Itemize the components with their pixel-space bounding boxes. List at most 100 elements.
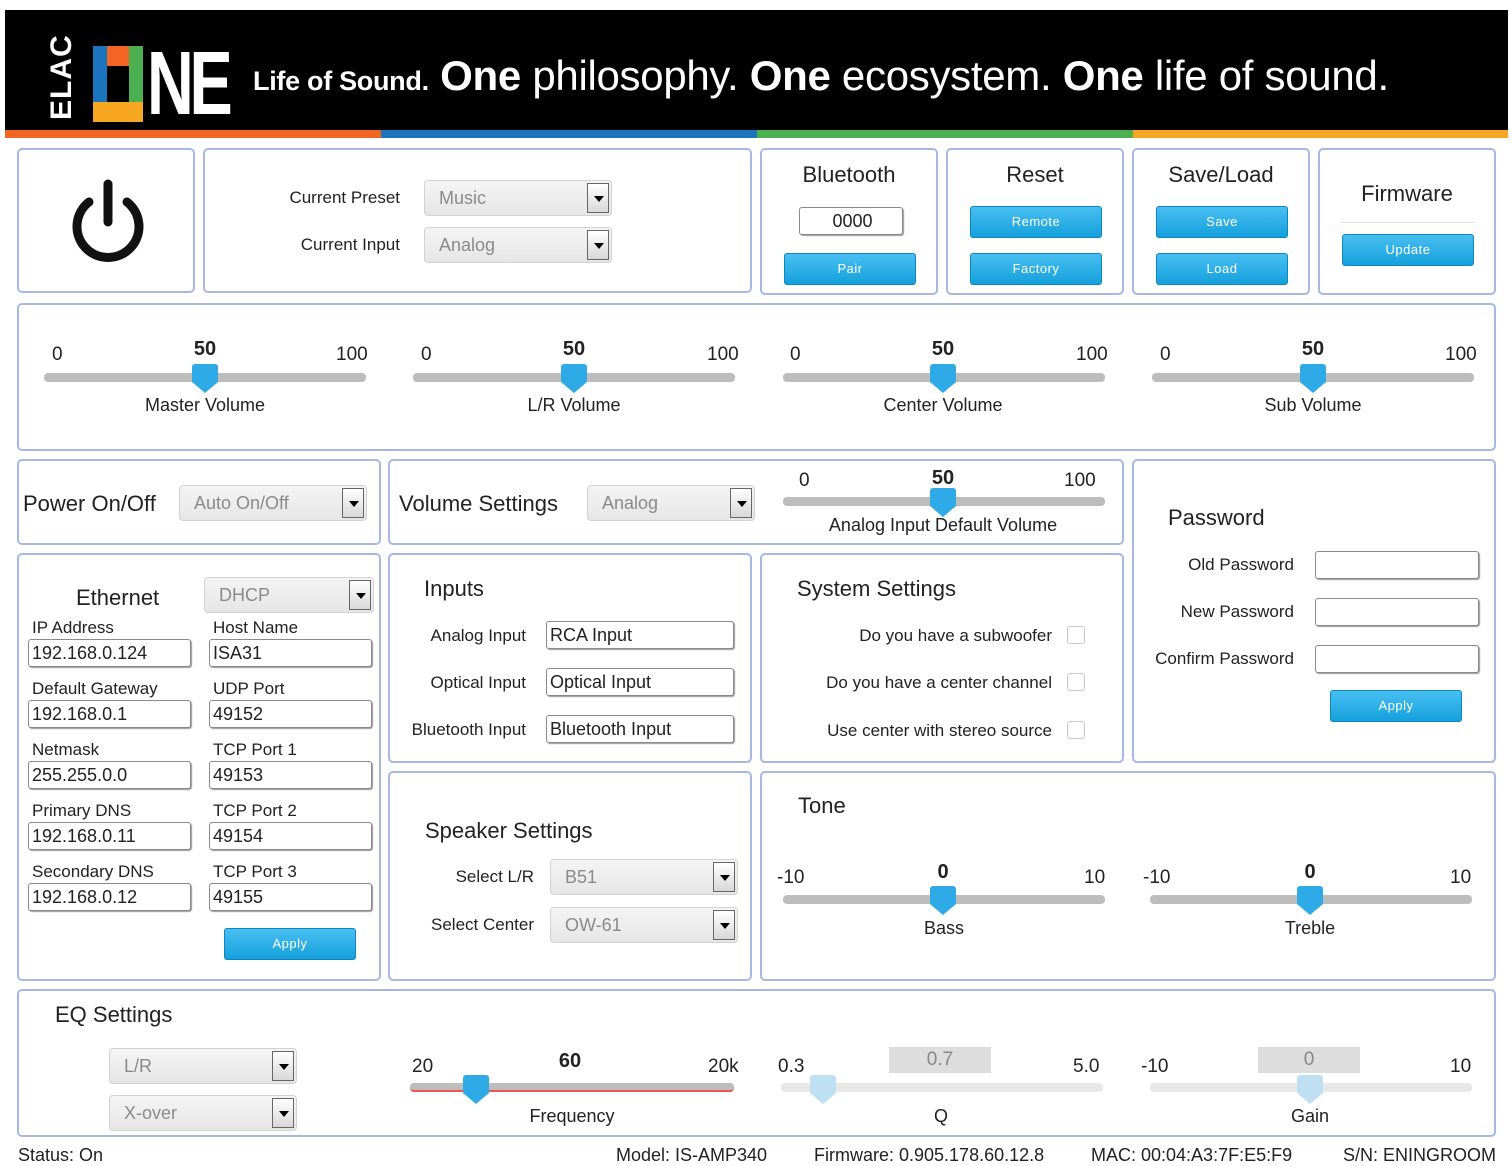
power-panel <box>17 148 195 293</box>
tcp-port-3-label: TCP Port 3 <box>213 862 297 881</box>
optical-input-name-field[interactable]: Optical Input <box>546 668 734 696</box>
subwoofer-label: Do you have a subwoofer <box>859 626 1052 645</box>
frequency-max: 20k <box>708 1056 739 1077</box>
q-handle[interactable] <box>810 1075 836 1105</box>
treble-handle[interactable] <box>1297 886 1323 916</box>
gain-min: -10 <box>1141 1056 1169 1077</box>
ethernet-panel: Ethernet DHCP IP Address 192.168.0.124 H… <box>17 553 381 981</box>
chevron-down-icon <box>349 580 371 610</box>
tcp-port-3-field[interactable]: 49155 <box>209 883 372 911</box>
remote-reset-button[interactable]: Remote <box>970 206 1102 238</box>
tcp-port-2-field[interactable]: 49154 <box>209 822 372 850</box>
chevron-down-icon <box>587 230 609 260</box>
sub-volume-handle[interactable] <box>1300 364 1326 394</box>
master-volume-handle[interactable] <box>192 364 218 394</box>
password-panel: Password Old Password New Password Confi… <box>1132 459 1496 763</box>
tagline: Life of Sound. One philosophy. One ecosy… <box>253 52 1389 99</box>
old-password-field[interactable] <box>1315 551 1479 579</box>
firmware-divider <box>1340 222 1474 223</box>
select-center-select[interactable]: OW-61 <box>550 907 738 943</box>
bluetooth-pin-input[interactable]: 0000 <box>799 207 903 235</box>
chevron-down-icon <box>730 488 752 518</box>
power-onoff-title: Power On/Off <box>23 491 156 516</box>
speaker-settings-title: Speaker Settings <box>425 818 593 843</box>
center-stereo-label: Use center with stereo source <box>827 721 1052 740</box>
eq-channel-select[interactable]: L/R <box>109 1048 297 1084</box>
analog-default-volume-handle[interactable] <box>930 488 956 518</box>
master-volume-max: 100 <box>336 344 368 365</box>
select-lr-select[interactable]: B51 <box>550 859 738 895</box>
stripe-blue <box>381 130 757 138</box>
confirm-password-field[interactable] <box>1315 645 1479 673</box>
master-volume-label: Master Volume <box>144 395 266 415</box>
ip-address-field[interactable]: 192.168.0.124 <box>28 639 191 667</box>
one-logo-ne: NE <box>147 34 233 130</box>
chevron-down-icon <box>342 488 364 518</box>
bluetooth-input-name-field[interactable]: Bluetooth Input <box>546 715 734 743</box>
tone-panel: Tone <box>760 771 1496 981</box>
power-onoff-select[interactable]: Auto On/Off <box>179 485 367 521</box>
load-button[interactable]: Load <box>1156 253 1288 285</box>
gain-handle[interactable] <box>1297 1075 1323 1105</box>
udp-port-field[interactable]: 49152 <box>209 700 372 728</box>
ethernet-apply-button[interactable]: Apply <box>224 928 356 960</box>
center-volume-label: Center Volume <box>883 395 1003 415</box>
one-logo-o-icon <box>93 46 143 122</box>
elac-logo-text: ELAC <box>45 34 78 120</box>
primary-dns-field[interactable]: 192.168.0.11 <box>28 822 191 850</box>
tcp-port-1-label: TCP Port 1 <box>213 740 297 759</box>
power-icon[interactable] <box>67 178 149 266</box>
stripe-yellow <box>1133 130 1508 138</box>
analog-input-name-field[interactable]: RCA Input <box>546 621 734 649</box>
subwoofer-checkbox[interactable] <box>1067 626 1085 644</box>
saveload-panel: Save/Load Save Load <box>1132 148 1310 295</box>
frequency-value: 60 <box>558 1050 582 1072</box>
mac-text: MAC: 00:04:A3:7F:E5:F9 <box>1091 1145 1293 1165</box>
system-settings-panel: System Settings Do you have a subwoofer … <box>760 553 1124 763</box>
new-password-field[interactable] <box>1315 598 1479 626</box>
save-button[interactable]: Save <box>1156 206 1288 238</box>
treble-label: Treble <box>1284 918 1336 938</box>
firmware-version-text: Firmware: 0.905.178.60.12.8 <box>814 1145 1045 1165</box>
netmask-field[interactable]: 255.255.0.0 <box>28 761 191 789</box>
frequency-handle[interactable] <box>463 1075 489 1105</box>
chevron-down-icon <box>713 910 735 940</box>
eq-filter-select[interactable]: X-over <box>109 1095 297 1131</box>
master-volume-min: 0 <box>52 344 63 365</box>
ethernet-mode-select[interactable]: DHCP <box>204 577 374 613</box>
current-preset-label: Current Preset <box>289 188 400 207</box>
analog-default-volume-value: 50 <box>931 467 955 489</box>
volume-settings-select[interactable]: Analog <box>587 485 755 521</box>
host-name-field[interactable]: ISA31 <box>209 639 372 667</box>
sub-volume-min: 0 <box>1160 344 1171 365</box>
q-value: 0.7 <box>889 1047 991 1073</box>
secondary-dns-field[interactable]: 192.168.0.12 <box>28 883 191 911</box>
firmware-title: Firmware <box>1361 181 1453 206</box>
optical-input-label: Optical Input <box>430 673 526 692</box>
reset-panel: Reset Remote Factory <box>946 148 1124 295</box>
gateway-field[interactable]: 192.168.0.1 <box>28 700 191 728</box>
netmask-label: Netmask <box>32 740 100 759</box>
current-preset-select[interactable]: Music <box>424 180 612 216</box>
lr-volume-label: L/R Volume <box>527 395 621 415</box>
saveload-title: Save/Load <box>1168 162 1274 187</box>
gateway-label: Default Gateway <box>32 679 158 698</box>
pair-button[interactable]: Pair <box>784 253 916 285</box>
sub-volume-label: Sub Volume <box>1264 395 1362 415</box>
bass-handle[interactable] <box>930 886 956 916</box>
frequency-track[interactable] <box>410 1083 734 1092</box>
factory-reset-button[interactable]: Factory <box>970 253 1102 285</box>
password-apply-button[interactable]: Apply <box>1330 690 1462 722</box>
stripe-green <box>757 130 1133 138</box>
gain-max: 10 <box>1450 1056 1472 1077</box>
speaker-settings-panel: Speaker Settings Select L/R B51 Select C… <box>388 771 752 981</box>
tcp-port-1-field[interactable]: 49153 <box>209 761 372 789</box>
center-stereo-checkbox[interactable] <box>1067 721 1085 739</box>
q-label: Q <box>933 1106 949 1126</box>
center-channel-checkbox[interactable] <box>1067 673 1085 691</box>
center-volume-handle[interactable] <box>930 364 956 394</box>
center-volume-value: 50 <box>931 338 955 360</box>
current-input-select[interactable]: Analog <box>424 227 612 263</box>
firmware-update-button[interactable]: Update <box>1342 234 1474 266</box>
lr-volume-handle[interactable] <box>561 364 587 394</box>
